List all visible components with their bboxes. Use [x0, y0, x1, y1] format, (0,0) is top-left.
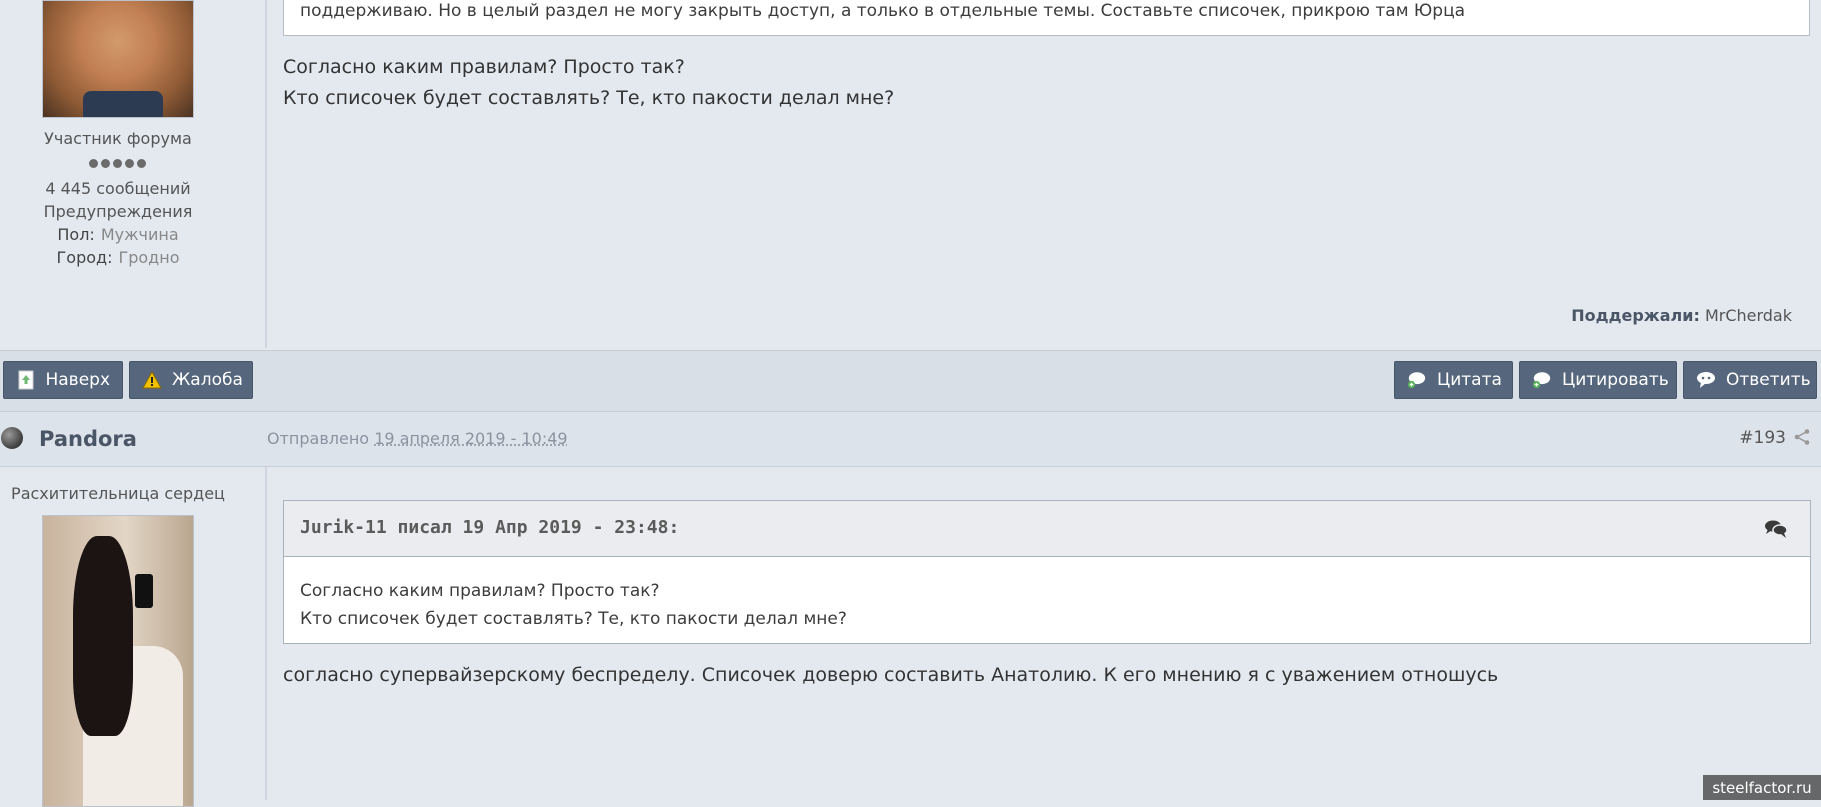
site-watermark: steelfactor.ru	[1703, 775, 1821, 800]
rank-pips	[89, 159, 173, 169]
quote-label: Цитата	[1437, 370, 1502, 390]
post-controls: Наверх Жалоба Цитата Цитировать Ответить	[0, 350, 1821, 412]
post-text-line: Кто списочек будет составлять? Те, кто п…	[283, 87, 895, 109]
city-value: Гродно	[118, 248, 180, 267]
page-up-icon	[16, 370, 35, 390]
reply-button[interactable]: Ответить	[1683, 361, 1817, 399]
post-number-link[interactable]: #193	[1739, 428, 1786, 448]
quote-header: Jurik-11 писал 19 Апр 2019 - 23:48:	[284, 501, 1810, 557]
user-group-title: Участник форума	[44, 129, 192, 148]
user-title: Расхитительница сердец	[11, 484, 225, 503]
report-label: Жалоба	[172, 370, 243, 390]
city-label: Город:	[56, 248, 113, 267]
warnings-link[interactable]: Предупреждения	[0, 202, 236, 221]
post-sidebar: Участник форума 4 445 сообщений Предупре…	[0, 0, 267, 348]
back-to-top-button[interactable]: Наверх	[3, 361, 123, 399]
multiquote-bubble-icon	[1532, 370, 1552, 390]
multiquote-button[interactable]: Цитировать	[1519, 361, 1677, 399]
post-date: Отправлено 19 апреля 2019 - 10:49	[267, 429, 568, 448]
quote-bubble-icon	[1407, 370, 1427, 390]
report-button[interactable]: Жалоба	[129, 361, 253, 399]
post-author-link[interactable]: Pandora	[39, 427, 137, 451]
quote-body: Согласно каким правилам? Просто так? Кто…	[300, 577, 847, 633]
post-content	[267, 0, 1821, 348]
quote-button[interactable]: Цитата	[1394, 361, 1513, 399]
share-icon[interactable]	[1793, 428, 1811, 446]
view-quoted-post-icon[interactable]	[1764, 519, 1788, 539]
quote-line: Согласно каким правилам? Просто так?	[300, 581, 660, 601]
quote-citation: Jurik-11 писал 19 Апр 2019 - 23:48:	[300, 517, 680, 538]
user-avatar[interactable]	[42, 0, 194, 118]
post-text-line: Согласно каким правилам? Просто так?	[283, 56, 685, 78]
reply-label: Ответить	[1726, 370, 1811, 390]
gender-value: Мужчина	[100, 225, 179, 244]
quote-block: поддерживаю. Но в целый раздел не могу з…	[283, 0, 1810, 36]
sent-label: Отправлено	[267, 429, 370, 448]
user-avatar[interactable]	[42, 515, 194, 807]
quote-line: Кто списочек будет составлять? Те, кто п…	[300, 609, 847, 629]
supported-user-link[interactable]: MrCherdak	[1705, 306, 1792, 325]
multiquote-label: Цитировать	[1562, 370, 1669, 390]
supported-label: Поддержали:	[1571, 306, 1700, 325]
offline-status-icon	[1, 427, 23, 449]
reply-bubble-icon	[1696, 370, 1716, 390]
supported-by: Поддержали: MrCherdak	[1571, 306, 1792, 325]
post-date-link[interactable]: 19 апреля 2019 - 10:49	[374, 429, 567, 448]
quote-text: поддерживаю. Но в целый раздел не могу з…	[300, 1, 1466, 21]
city-field: Город: Гродно	[0, 248, 236, 267]
quote-block: Jurik-11 писал 19 Апр 2019 - 23:48: Согл…	[283, 500, 1811, 644]
warning-icon	[142, 370, 162, 390]
back-to-top-label: Наверх	[45, 370, 110, 390]
post-count[interactable]: 4 445 сообщений	[0, 179, 236, 198]
gender-field: Пол: Мужчина	[0, 225, 236, 244]
post-text-line: согласно супервайзерскому беспределу. Сп…	[283, 664, 1499, 686]
gender-label: Пол:	[57, 225, 95, 244]
